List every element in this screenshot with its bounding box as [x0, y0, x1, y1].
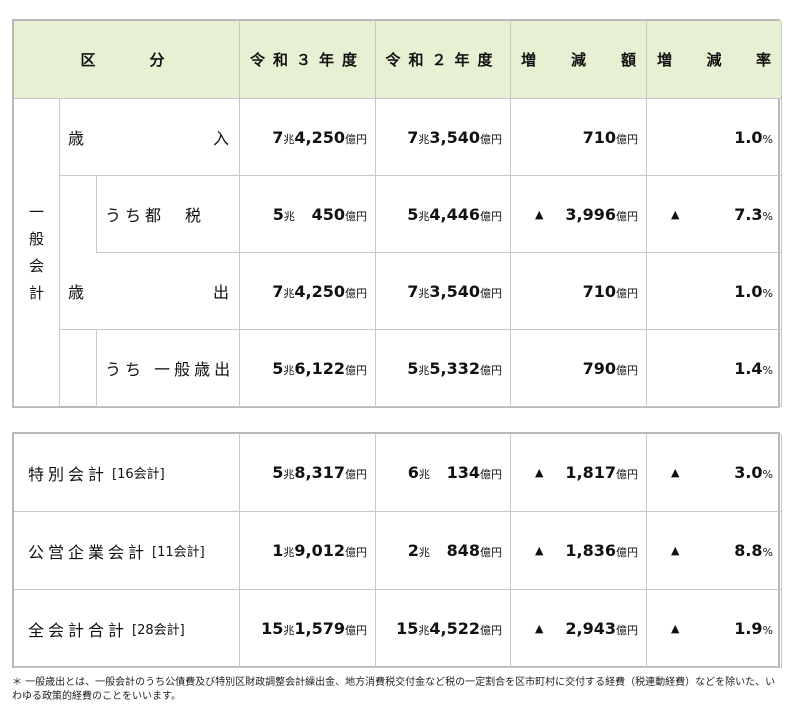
row-expenditure-label: 歳出 — [60, 253, 240, 330]
revenue-rate: 1.0% — [647, 99, 782, 176]
special-diff: ▲ 1,817億円 — [511, 434, 647, 512]
total-rate: ▲ 1.9% — [647, 590, 782, 668]
header-rate: 増減率 — [647, 21, 782, 99]
decrease-mark: ▲ — [671, 622, 680, 635]
decrease-mark: ▲ — [671, 544, 680, 557]
total-r2: 15兆4,522億円 — [376, 590, 511, 668]
expenditure-r2: 7兆3,540億円 — [376, 253, 511, 330]
tax-r2: 5兆4,446億円 — [376, 176, 511, 253]
expenditure-r3: 7兆4,250億円 — [240, 253, 376, 330]
tax-r3: 5兆 450億円 — [240, 176, 376, 253]
special-r3: 5兆8,317億円 — [240, 434, 376, 512]
tax-rate: ▲ 7.3% — [647, 176, 782, 253]
header-r3: 令和３年度 — [240, 21, 376, 99]
row-special-account-label: 特別会計 [16会計] — [14, 434, 240, 512]
revenue-r2: 7兆3,540億円 — [376, 99, 511, 176]
general-expenditure-r2: 5兆5,332億円 — [376, 330, 511, 407]
row-tax-label: うち都 税 — [97, 176, 240, 253]
general-account-label: 一般会計 — [14, 99, 60, 407]
header-kubun: 区 分 — [14, 21, 240, 99]
tax-diff: ▲ 3,996億円 — [511, 176, 647, 253]
general-expenditure-rate: 1.4% — [647, 330, 782, 407]
decrease-mark: ▲ — [671, 466, 680, 479]
enterprise-diff: ▲ 1,836億円 — [511, 512, 647, 590]
row-general-expenditure-label: うち 一般歳出 — [97, 330, 240, 407]
decrease-mark: ▲ — [535, 466, 544, 479]
revenue-diff: 710億円 — [511, 99, 647, 176]
header-r2: 令和２年度 — [376, 21, 511, 99]
special-r2: 6兆 134億円 — [376, 434, 511, 512]
total-diff: ▲ 2,943億円 — [511, 590, 647, 668]
expenditure-diff: 710億円 — [511, 253, 647, 330]
row-public-enterprise-label: 公営企業会計 [11会計] — [14, 512, 240, 590]
special-rate: ▲ 3.0% — [647, 434, 782, 512]
enterprise-rate: ▲ 8.8% — [647, 512, 782, 590]
general-expenditure-diff: 790億円 — [511, 330, 647, 407]
row-total-label: 全会計合計 [28会計] — [14, 590, 240, 668]
total-r3: 15兆1,579億円 — [240, 590, 376, 668]
decrease-mark: ▲ — [535, 544, 544, 557]
header-diff: 増減額 — [511, 21, 647, 99]
decrease-mark: ▲ — [535, 622, 544, 635]
expenditure-rate: 1.0% — [647, 253, 782, 330]
footnote: ＊ 一般歳出とは、一般会計のうち公債費及び特別区財政調整会計繰出金、地方消費税交… — [12, 677, 776, 702]
decrease-mark: ▲ — [535, 207, 544, 221]
row-revenue-label: 歳入 — [60, 99, 240, 176]
revenue-r3: 7兆4,250億円 — [240, 99, 376, 176]
other-accounts-table: 特別会計 [16会計] 5兆8,317億円 6兆 134億円 ▲ 1,817億円 ▲… — [12, 432, 782, 668]
enterprise-r3: 1兆9,012億円 — [240, 512, 376, 590]
decrease-mark: ▲ — [671, 207, 680, 221]
general-account-table: 区 分 令和３年度 令和２年度 増減額 増減率 一般会計 歳入 7兆4,250億… — [12, 19, 782, 408]
general-expenditure-r3: 5兆6,122億円 — [240, 330, 376, 407]
enterprise-r2: 2兆 848億円 — [376, 512, 511, 590]
